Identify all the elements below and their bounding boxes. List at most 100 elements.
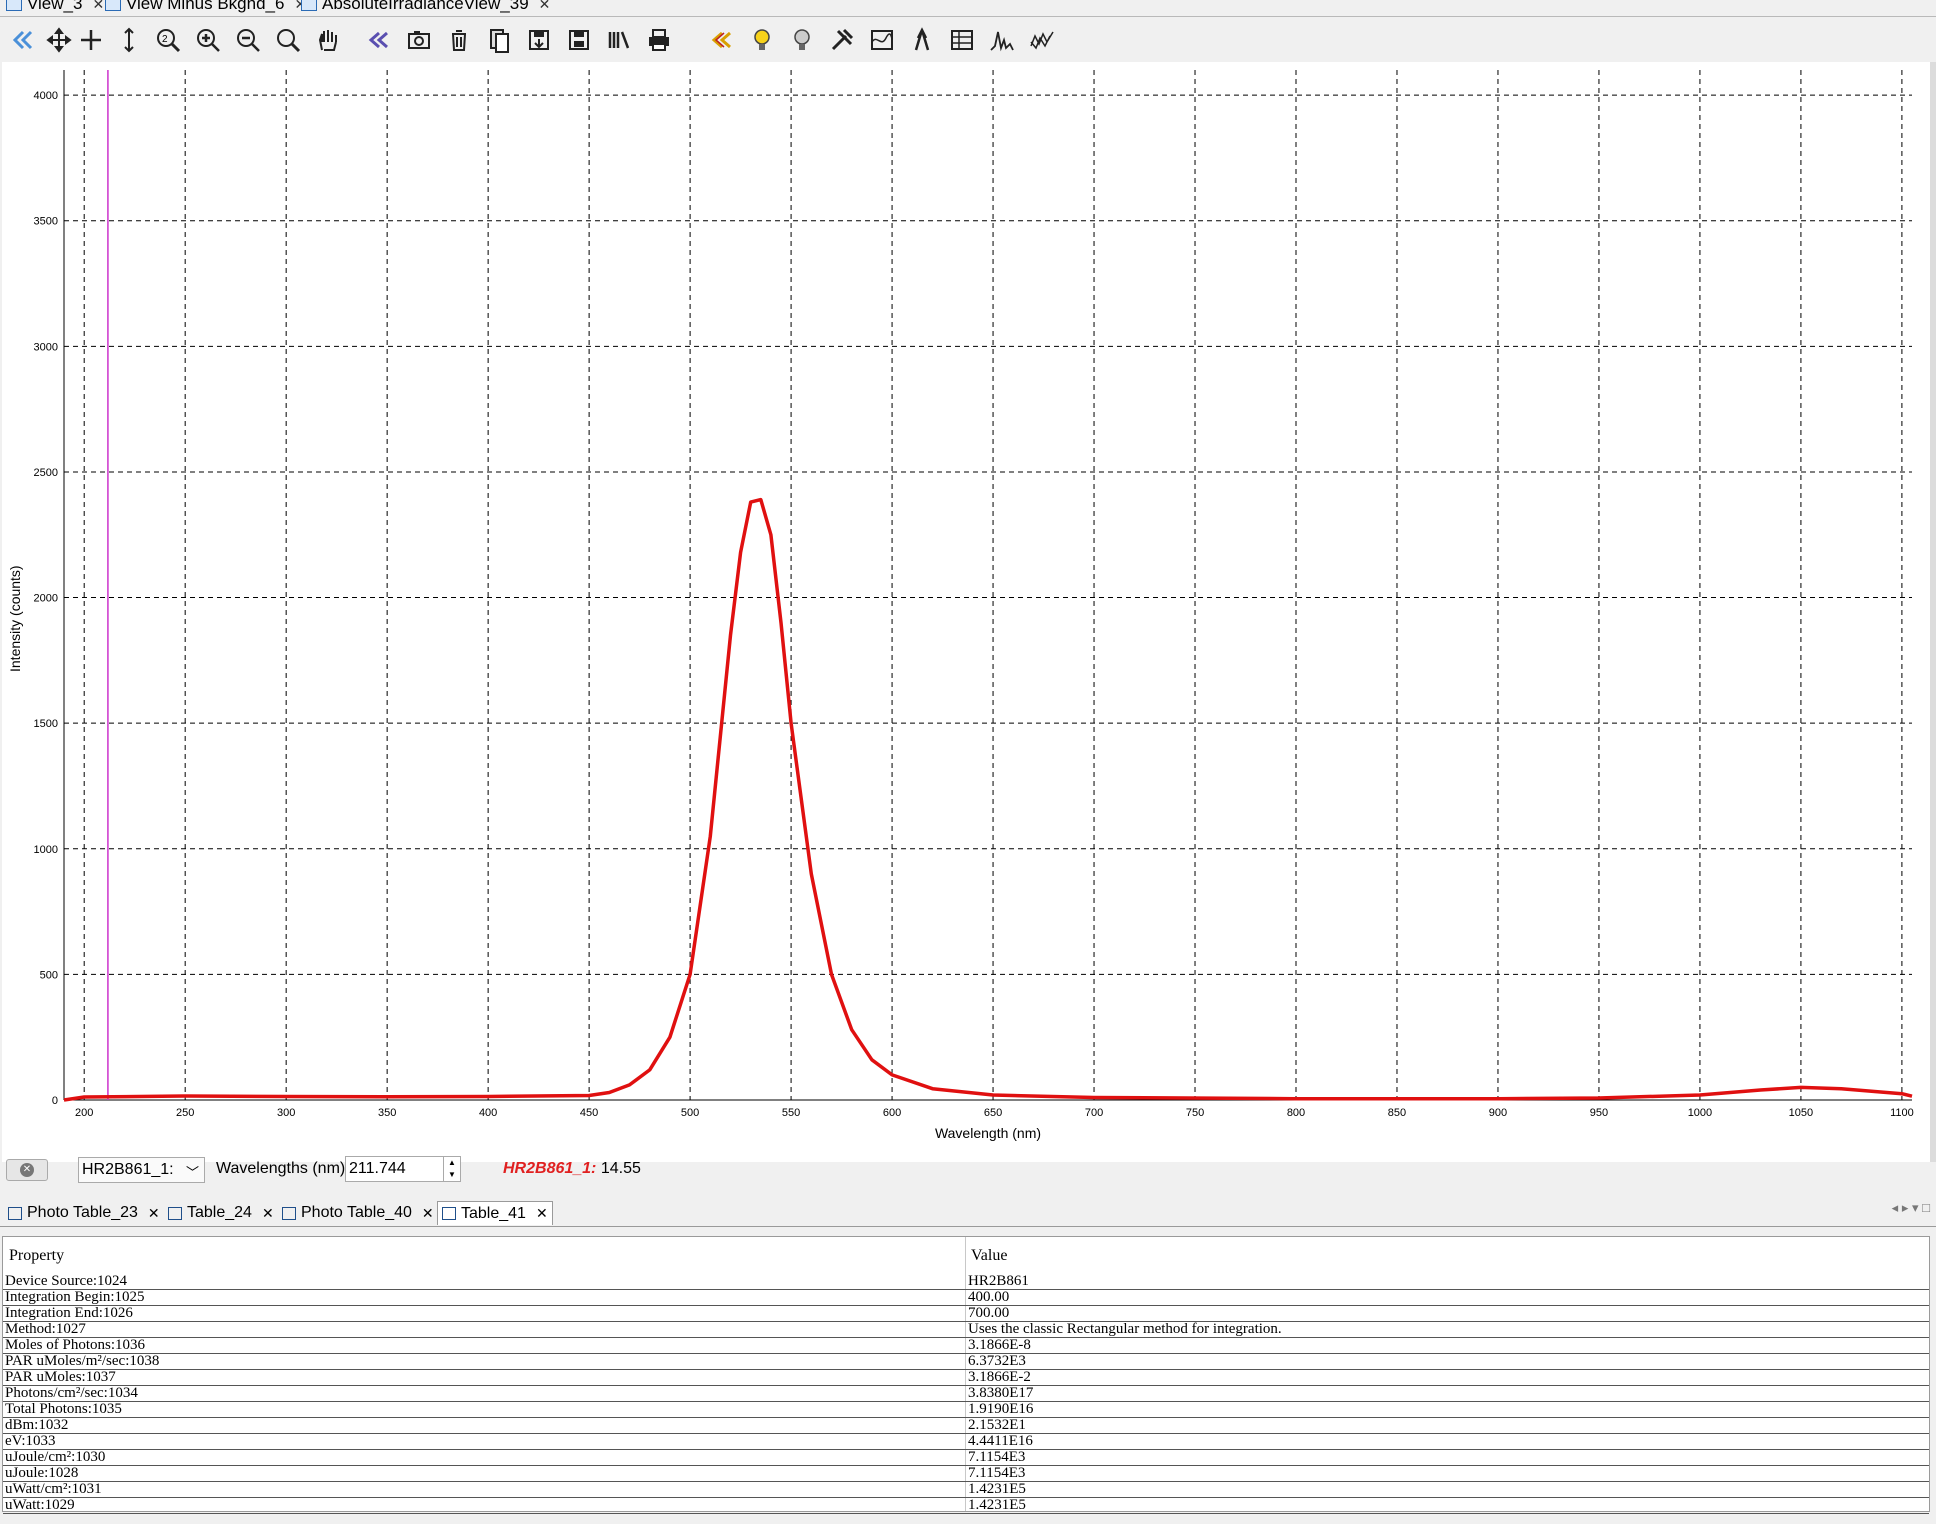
zoom-in-icon[interactable] — [193, 25, 223, 55]
table-row[interactable]: Total Photons:1035 1.9190E16 — [3, 1401, 1929, 1418]
y-tick-label: 1500 — [34, 718, 58, 730]
wavelength-value: 211.744 — [349, 1160, 406, 1177]
x-tick-label: 550 — [782, 1107, 800, 1119]
y-axis-label: Intensity (counts) — [7, 565, 23, 672]
wavelength-label: Wavelengths (nm) — [216, 1160, 346, 1177]
vertical-cursor-icon[interactable] — [114, 25, 144, 55]
tab-view-3[interactable]: View_3 ✕ — [6, 0, 104, 14]
clear-cursor-button[interactable]: ✕ — [6, 1159, 48, 1181]
table-row[interactable]: uJoule/cm²:1030 7.1154E3 — [3, 1449, 1929, 1466]
column-header-value[interactable]: Value — [971, 1247, 1007, 1265]
tab-photo-table-40[interactable]: Photo Table_40 ✕ — [278, 1201, 438, 1225]
chart-view-icon — [301, 0, 317, 11]
table-row[interactable]: Integration End:1026 700.00 — [3, 1305, 1929, 1322]
x-tick-label: 300 — [277, 1107, 295, 1119]
pan-all-icon[interactable] — [44, 25, 74, 55]
spectrum-plot[interactable]: 200 250 300 350 400 450 500 550 600 650 700 750 800 8… — [2, 62, 1934, 1162]
value-cell: 700.00 — [968, 1305, 1010, 1321]
close-icon[interactable]: ✕ — [92, 0, 104, 13]
table-row[interactable]: Photons/cm²/sec:1034 3.8380E17 — [3, 1385, 1929, 1402]
tab-absolute-irradiance-view[interactable]: AbsoluteIrradianceView_39 ✕ — [301, 0, 550, 14]
chevron-down-icon: ﹀ — [185, 1165, 199, 1180]
tools-icon[interactable] — [827, 25, 857, 55]
tab-label: Table_41 — [461, 1204, 526, 1222]
back-yellow-icon[interactable] — [707, 25, 737, 55]
previous-icon[interactable] — [364, 25, 394, 55]
tab-view-minus-bkgnd[interactable]: View Minus Bkgnd_6 ✕ — [105, 0, 306, 14]
table-tab-icon — [282, 1206, 296, 1220]
save-spectrum-icon[interactable] — [564, 25, 594, 55]
close-icon[interactable]: ✕ — [422, 1205, 434, 1222]
readout-value: 14.55 — [600, 1160, 641, 1177]
maximize-icon[interactable]: □ — [1922, 1200, 1930, 1215]
plot-scroll-edge[interactable] — [1930, 62, 1936, 1162]
tab-label: AbsoluteIrradianceView_39 — [322, 0, 529, 13]
peak-icon[interactable] — [907, 25, 937, 55]
table-row[interactable]: eV:1033 4.4411E16 — [3, 1433, 1929, 1450]
camera-icon[interactable] — [404, 25, 434, 55]
spinner-arrows[interactable]: ▲ ▼ — [443, 1157, 460, 1181]
table-row[interactable]: dBm:1032 2.1532E1 — [3, 1417, 1929, 1434]
tab-table-24[interactable]: Table_24 ✕ — [164, 1201, 278, 1225]
scroll-right-icon[interactable]: ▸ — [1902, 1200, 1909, 1215]
table-row[interactable]: uJoule:1028 7.1154E3 — [3, 1465, 1929, 1482]
scroll-left-icon[interactable]: ◂ — [1892, 1200, 1899, 1215]
print-icon[interactable] — [644, 25, 674, 55]
value-cell: 6.3732E3 — [968, 1353, 1026, 1369]
zoom-reset-icon[interactable]: 2 — [153, 25, 183, 55]
tab-label: View_3 — [27, 0, 83, 13]
zoom-out-icon[interactable] — [233, 25, 263, 55]
table-icon[interactable] — [947, 25, 977, 55]
delete-icon[interactable] — [444, 25, 474, 55]
y-tick-label: 0 — [52, 1095, 58, 1107]
value-cell: 7.1154E3 — [968, 1449, 1026, 1465]
close-icon[interactable]: ✕ — [262, 1205, 274, 1222]
spectrum-icon[interactable] — [987, 25, 1017, 55]
save-icon[interactable] — [524, 25, 554, 55]
crosshair-icon[interactable] — [76, 25, 106, 55]
y-tick-label: 4000 — [34, 90, 58, 102]
table-row[interactable]: PAR uMoles:1037 3.1866E-2 — [3, 1369, 1929, 1386]
chart-view-icon — [105, 0, 121, 11]
x-tick-label: 750 — [1186, 1107, 1204, 1119]
table-row[interactable]: uWatt/cm²:1031 1.4231E5 — [3, 1481, 1929, 1498]
view-menu-icon[interactable]: ▾ — [1912, 1200, 1919, 1215]
property-cell: Total Photons:1035 — [5, 1401, 122, 1417]
value-cell: 1.4231E5 — [968, 1497, 1026, 1513]
back-icon[interactable] — [8, 25, 38, 55]
close-icon[interactable]: ✕ — [148, 1205, 160, 1222]
overlay-icon[interactable] — [1027, 25, 1057, 55]
lamp-on-icon[interactable] — [747, 25, 777, 55]
table-row[interactable]: Integration Begin:1025 400.00 — [3, 1289, 1929, 1306]
hand-icon[interactable] — [313, 25, 343, 55]
table-tab-bar: Photo Table_23 ✕ Table_24 ✕ Photo Table_… — [0, 1200, 1936, 1227]
tab-photo-table-23[interactable]: Photo Table_23 ✕ — [4, 1201, 164, 1225]
y-tick-label: 2000 — [34, 593, 58, 605]
document-tab-bar: View_3 ✕ View Minus Bkgnd_6 ✕ AbsoluteIr… — [0, 0, 1936, 17]
export-icon[interactable] — [604, 25, 634, 55]
table-row[interactable]: Device Source:1024 HR2B861 — [3, 1273, 1929, 1290]
zoom-icon[interactable] — [273, 25, 303, 55]
copy-icon[interactable] — [484, 25, 514, 55]
y-tick-label: 3000 — [34, 341, 58, 353]
properties-table: Property Value Device Source:1024 HR2B861… — [2, 1236, 1930, 1514]
property-cell: Integration End:1026 — [5, 1305, 133, 1321]
x-tick-label: 1050 — [1789, 1107, 1813, 1119]
graph-icon[interactable] — [867, 25, 897, 55]
svg-text:2: 2 — [162, 34, 168, 45]
cursor-readout: HR2B861_1: 14.55 — [503, 1160, 641, 1178]
table-row[interactable]: PAR uMoles/m²/sec:1038 6.3732E3 — [3, 1353, 1929, 1370]
wavelength-spinner[interactable]: 211.744 ▲ ▼ — [345, 1156, 461, 1182]
lamp-off-icon[interactable] — [787, 25, 817, 55]
device-select[interactable]: HR2B861_1: ﹀ — [78, 1157, 205, 1183]
close-icon[interactable]: ✕ — [539, 0, 551, 13]
table-row[interactable]: Method:1027 Uses the classic Rectangular … — [3, 1321, 1929, 1338]
tab-label: Table_24 — [187, 1204, 252, 1221]
spectrum-chart[interactable]: 200 250 300 350 400 450 500 550 600 650 700 750 800 8… — [2, 62, 1934, 1162]
close-icon[interactable]: ✕ — [536, 1205, 548, 1222]
column-header-property[interactable]: Property — [9, 1247, 64, 1265]
table-row[interactable]: Moles of Photons:1036 3.1866E-8 — [3, 1337, 1929, 1354]
tab-table-41[interactable]: Table_41 ✕ — [437, 1201, 553, 1225]
table-row[interactable]: uWatt:1029 1.4231E5 — [3, 1497, 1929, 1514]
x-tick-label: 900 — [1489, 1107, 1507, 1119]
